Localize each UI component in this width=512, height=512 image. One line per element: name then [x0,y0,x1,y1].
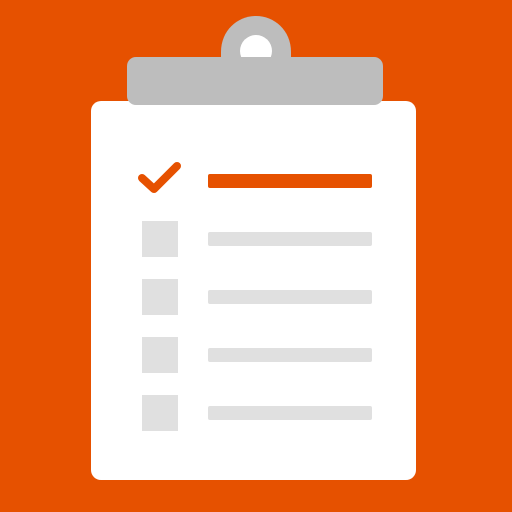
checkmark-icon [138,162,181,193]
clip-bar [127,57,383,105]
clipboard-checklist-icon [0,0,512,512]
item-line-pending [208,232,372,246]
checklist-item [140,337,372,373]
checklist-item [140,221,372,257]
checklist-item [138,162,372,200]
checkbox-icon [142,337,178,373]
item-line-pending [208,406,372,420]
item-line-pending [208,290,372,304]
item-line-done [208,174,372,188]
checkbox-icon [142,279,178,315]
checklist-item [140,279,372,315]
checkbox-icon [142,395,178,431]
checklist-item [140,395,372,431]
item-line-pending [208,348,372,362]
checkbox-icon [142,221,178,257]
